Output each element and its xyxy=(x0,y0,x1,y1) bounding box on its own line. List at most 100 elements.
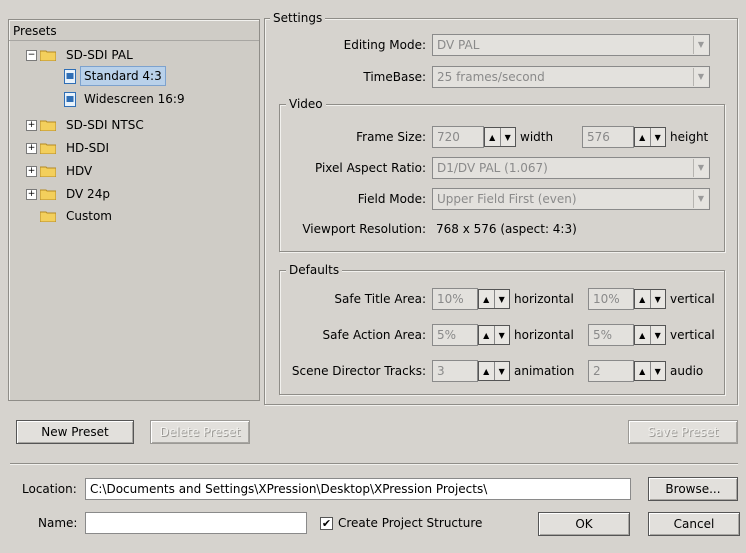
down-arrow-icon[interactable]: ▼ xyxy=(493,326,510,344)
safe-title-v-input[interactable]: 10% xyxy=(588,288,634,310)
new-preset-button[interactable]: New Preset xyxy=(16,420,134,444)
up-arrow-icon[interactable]: ▲ xyxy=(479,326,494,344)
field-mode-value: Upper Field First (even) xyxy=(437,192,577,206)
pixel-aspect-label: Pixel Aspect Ratio: xyxy=(315,161,426,175)
timebase-value: 25 frames/second xyxy=(437,70,545,84)
safe-action-v-spinner[interactable]: ▲ ▼ xyxy=(634,325,666,345)
tree-item-hdv[interactable]: + HDV xyxy=(26,161,228,181)
safe-title-h-input[interactable]: 10% xyxy=(432,288,478,310)
vertical-label: vertical xyxy=(670,292,715,306)
tree-item-standard-4-3[interactable]: Standard 4:3 xyxy=(62,66,182,86)
field-mode-select[interactable]: Upper Field First (even) ▼ xyxy=(432,188,710,210)
expand-icon[interactable]: + xyxy=(26,189,37,200)
delete-preset-button[interactable]: Delete Preset xyxy=(150,420,250,444)
video-legend: Video xyxy=(286,97,326,111)
animation-tracks-spinner[interactable]: ▲ ▼ xyxy=(478,361,510,381)
safe-action-v-input[interactable]: 5% xyxy=(588,324,634,346)
viewport-value: 768 x 576 (aspect: 4:3) xyxy=(436,222,577,236)
name-label: Name: xyxy=(38,516,78,530)
pixel-aspect-value: D1/DV PAL (1.067) xyxy=(437,161,548,175)
create-structure-checkbox[interactable]: ✔ xyxy=(320,517,333,530)
chevron-down-icon: ▼ xyxy=(693,68,708,86)
folder-icon xyxy=(40,189,56,200)
frame-size-label: Frame Size: xyxy=(356,130,426,144)
safe-action-h-input[interactable]: 5% xyxy=(432,324,478,346)
horizontal-label: horizontal xyxy=(514,292,574,306)
folder-icon xyxy=(40,120,56,131)
height-spinner[interactable]: ▲ ▼ xyxy=(634,127,666,147)
audio-tracks-input[interactable]: 2 xyxy=(588,360,634,382)
animation-label: animation xyxy=(514,364,575,378)
audio-tracks-spinner[interactable]: ▲ ▼ xyxy=(634,361,666,381)
down-arrow-icon[interactable]: ▼ xyxy=(499,128,516,146)
folder-icon xyxy=(40,143,56,154)
up-arrow-icon[interactable]: ▲ xyxy=(479,290,494,308)
tree-item-label: DV 24p xyxy=(66,187,110,201)
tree-item-label-selected: Standard 4:3 xyxy=(80,66,166,86)
safe-action-h-spinner[interactable]: ▲ ▼ xyxy=(478,325,510,345)
pixel-aspect-select[interactable]: D1/DV PAL (1.067) ▼ xyxy=(432,157,710,179)
field-mode-label: Field Mode: xyxy=(357,192,426,206)
expand-icon[interactable]: + xyxy=(26,143,37,154)
cancel-button[interactable]: Cancel xyxy=(648,512,740,536)
timebase-select[interactable]: 25 frames/second ▼ xyxy=(432,66,710,88)
width-spinner[interactable]: ▲ ▼ xyxy=(484,127,516,147)
safe-title-v-spinner[interactable]: ▲ ▼ xyxy=(634,289,666,309)
folder-icon xyxy=(40,166,56,177)
down-arrow-icon[interactable]: ▼ xyxy=(493,362,510,380)
expand-icon[interactable]: + xyxy=(26,120,37,131)
save-preset-button[interactable]: Save Preset xyxy=(628,420,738,444)
location-input[interactable]: C:\Documents and Settings\XPression\Desk… xyxy=(85,478,631,500)
divider xyxy=(10,463,738,464)
folder-icon xyxy=(40,50,56,61)
down-arrow-icon[interactable]: ▼ xyxy=(649,362,666,380)
tree-item-sd-sdi-ntsc[interactable]: + SD-SDI NTSC xyxy=(26,115,228,135)
tree-item-widescreen-16-9[interactable]: Widescreen 16:9 xyxy=(62,89,212,109)
height-input[interactable]: 576 xyxy=(582,126,634,148)
settings-legend: Settings xyxy=(270,11,326,25)
up-arrow-icon[interactable]: ▲ xyxy=(485,128,500,146)
tree-item-label: HD-SDI xyxy=(66,141,109,155)
browse-button[interactable]: Browse... xyxy=(648,477,738,501)
presets-divider xyxy=(9,40,259,41)
up-arrow-icon[interactable]: ▲ xyxy=(635,362,650,380)
width-input[interactable]: 720 xyxy=(432,126,484,148)
down-arrow-icon[interactable]: ▼ xyxy=(493,290,510,308)
chevron-down-icon: ▼ xyxy=(693,159,708,177)
up-arrow-icon[interactable]: ▲ xyxy=(635,128,650,146)
down-arrow-icon[interactable]: ▼ xyxy=(649,290,666,308)
presets-title: Presets xyxy=(13,24,57,38)
horizontal-label: horizontal xyxy=(514,328,574,342)
document-icon xyxy=(64,92,76,107)
collapse-icon[interactable]: − xyxy=(26,50,37,61)
safe-action-label: Safe Action Area: xyxy=(322,328,426,342)
animation-tracks-input[interactable]: 3 xyxy=(432,360,478,382)
name-input[interactable] xyxy=(85,512,307,534)
document-icon xyxy=(64,69,76,84)
expand-icon[interactable]: + xyxy=(26,166,37,177)
editing-mode-select[interactable]: DV PAL ▼ xyxy=(432,34,710,56)
down-arrow-icon[interactable]: ▼ xyxy=(649,128,666,146)
width-label: width xyxy=(520,130,554,144)
up-arrow-icon[interactable]: ▲ xyxy=(635,290,650,308)
tree-item-label: Custom xyxy=(66,209,112,223)
tree-item-sd-sdi-pal[interactable]: − SD-SDI PAL xyxy=(26,45,228,65)
safe-title-label: Safe Title Area: xyxy=(334,292,426,306)
safe-title-h-spinner[interactable]: ▲ ▼ xyxy=(478,289,510,309)
checkmark-icon: ✔ xyxy=(321,517,332,530)
ok-button[interactable]: OK xyxy=(538,512,630,536)
tree-item-hd-sdi[interactable]: + HD-SDI xyxy=(26,138,228,158)
editing-mode-label: Editing Mode: xyxy=(343,38,426,52)
chevron-down-icon: ▼ xyxy=(693,190,708,208)
up-arrow-icon[interactable]: ▲ xyxy=(635,326,650,344)
chevron-down-icon: ▼ xyxy=(693,36,708,54)
tree-item-custom[interactable]: Custom xyxy=(28,206,228,226)
create-structure-label: Create Project Structure xyxy=(338,516,483,530)
folder-icon xyxy=(40,211,56,222)
up-arrow-icon[interactable]: ▲ xyxy=(479,362,494,380)
tree-item-label: HDV xyxy=(66,164,93,178)
down-arrow-icon[interactable]: ▼ xyxy=(649,326,666,344)
tree-item-dv-24p[interactable]: + DV 24p xyxy=(26,184,228,204)
timebase-label: TimeBase: xyxy=(363,70,426,84)
defaults-legend: Defaults xyxy=(286,263,343,277)
